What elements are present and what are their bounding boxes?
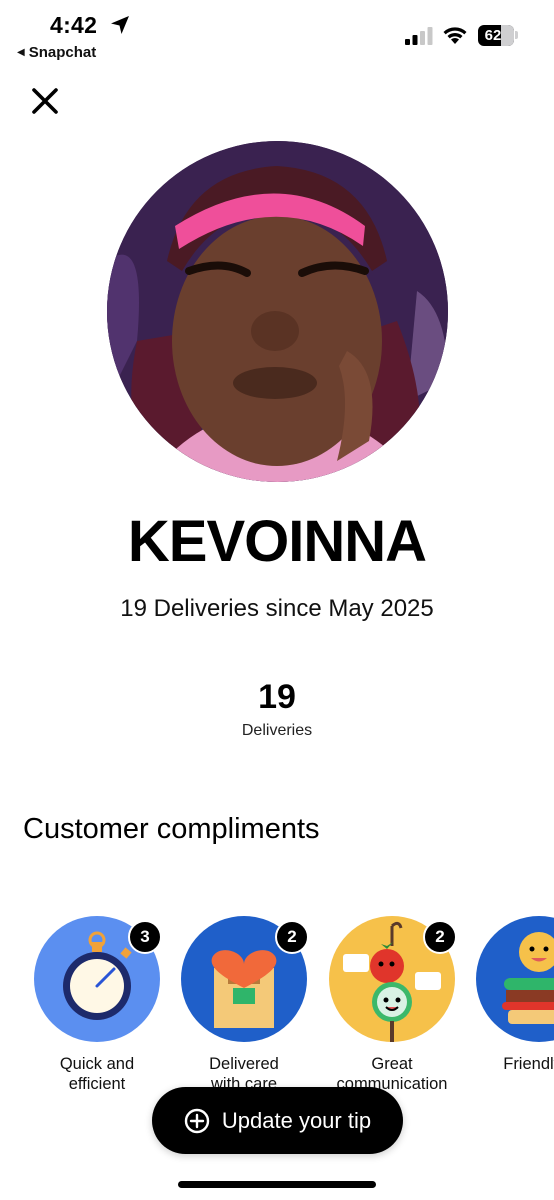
deliveries-since-text: 19 Deliveries since May 2025	[120, 595, 434, 622]
deliveries-count: 19	[258, 678, 296, 716]
home-indicator[interactable]	[178, 1181, 376, 1188]
compliment-great-communication[interactable]: 2 Great communication	[317, 916, 467, 1094]
back-triangle-icon: ◀	[17, 47, 25, 58]
update-tip-label: Update your tip	[221, 1107, 372, 1133]
cellular-signal-icon	[405, 27, 433, 45]
deliveries-label: Deliveries	[241, 722, 313, 739]
status-time: 4:42	[50, 12, 98, 38]
update-tip-button[interactable]: Update your tip	[152, 1087, 403, 1154]
compliment-count-badge: 2	[423, 920, 457, 954]
compliment-label: efficient	[68, 1075, 126, 1093]
heart-package-icon: 2	[181, 916, 309, 1042]
driver-name: KEVOINNA	[127, 509, 427, 574]
compliments-carousel[interactable]: 3 Quick and efficient 2 Delivered with c…	[0, 916, 554, 1096]
wifi-icon	[443, 27, 467, 44]
smiling-burger-icon	[476, 916, 554, 1042]
stopwatch-icon: 3	[34, 916, 162, 1042]
tomato-chat-icon: 2	[329, 916, 457, 1042]
battery-percent: 62	[484, 27, 502, 44]
back-to-app-link[interactable]: ◀ Snapchat	[17, 44, 96, 61]
compliment-label: Friendly s	[503, 1055, 554, 1073]
compliment-delivered-with-care[interactable]: 2 Delivered with care	[169, 916, 319, 1094]
avatar	[107, 141, 448, 482]
compliment-count-badge: 3	[128, 920, 162, 954]
compliment-count-badge: 2	[275, 920, 309, 954]
close-icon[interactable]	[30, 86, 60, 116]
compliment-quick-efficient[interactable]: 3 Quick and efficient	[22, 916, 172, 1094]
compliments-heading: Customer compliments	[23, 813, 320, 845]
battery-indicator: 62	[478, 25, 514, 46]
compliment-label: Great	[371, 1055, 413, 1073]
compliment-label: Delivered	[209, 1055, 279, 1073]
compliment-friendly[interactable]: Friendly s	[464, 916, 554, 1074]
location-arrow-icon	[111, 16, 129, 34]
plus-circle-icon	[184, 1108, 210, 1133]
back-app-label: Snapchat	[28, 44, 97, 61]
compliment-label: Quick and	[59, 1055, 135, 1073]
